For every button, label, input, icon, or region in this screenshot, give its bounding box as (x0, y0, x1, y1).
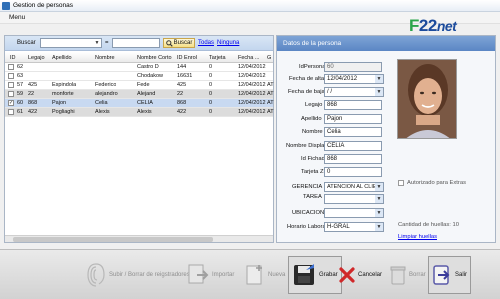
label-nombre: Nombre (302, 129, 323, 135)
column-header[interactable]: Nombre Corto (137, 55, 172, 61)
column-header[interactable]: G (267, 55, 271, 61)
select-none-link[interactable]: Ninguna (217, 40, 239, 46)
label-nombre-display: Nombre Display (286, 143, 328, 149)
search-button[interactable]: Buscar (163, 38, 195, 48)
horizontal-scrollbar[interactable] (5, 235, 273, 242)
new-button[interactable]: Nueva (245, 256, 285, 294)
chevron-down-icon: ▼ (94, 40, 100, 46)
row-checkbox[interactable] (8, 91, 14, 97)
person-photo (397, 59, 457, 139)
table-row[interactable]: 59 22 monforte alejandro Alejand 22 0 12… (5, 90, 274, 99)
label-legajo: Legajo (305, 102, 323, 108)
table-row[interactable]: 63 Chodakow 16631 0 12/04/2012 (5, 72, 273, 81)
extras-checkbox[interactable] (398, 180, 404, 186)
label-horario-laboral: Horario Laboral (287, 224, 327, 230)
people-table: ID Legajo Apellido Nombre Nombre Corto I… (5, 52, 274, 117)
search-bar: Buscar ▼ = Buscar Todas Ninguna (5, 36, 273, 51)
label-apellido: Apellido (301, 116, 322, 122)
person-detail-panel: Datos de la persona IdPersona Fecha de a… (276, 35, 496, 243)
column-header[interactable]: Apellido (52, 55, 72, 61)
import-icon (187, 263, 209, 287)
column-header[interactable]: ID Enrol (177, 55, 197, 61)
label-ubicacion: UBICACION (292, 210, 325, 216)
save-disk-icon (292, 262, 316, 288)
table-row[interactable]: 61 422 Pogliaghi Alexis Alexis 422 0 12/… (5, 108, 274, 117)
cancel-button[interactable]: Cancelar (339, 256, 382, 294)
extras-label: Autorizado para Extras (407, 180, 466, 186)
row-checkbox[interactable] (8, 82, 14, 88)
upload-delete-registrators-button[interactable]: Subir / Borrar de reigstradores (86, 256, 190, 294)
column-header[interactable]: Fecha ... (238, 55, 259, 61)
fecha-alta-picker[interactable]: 12/04/2012 ▼ (324, 74, 384, 84)
id-fichada-input[interactable]: 868 (324, 154, 382, 164)
calendar-dropdown-icon[interactable]: ▼ (375, 88, 383, 96)
chevron-down-icon[interactable]: ▼ (375, 183, 383, 191)
clear-fingerprints-link[interactable]: Limpiar huellas (398, 234, 437, 240)
f22net-logo: F22net (409, 16, 457, 35)
search-field-select[interactable]: ▼ (40, 38, 102, 48)
title-bar: Gestion de personas (0, 0, 500, 12)
chevron-down-icon[interactable]: ▼ (375, 223, 383, 231)
table-row[interactable]: 62 Castro D 144 0 12/04/2012 (5, 63, 273, 72)
cancel-x-icon (339, 266, 355, 284)
import-button[interactable]: Importar (187, 256, 234, 294)
people-list-panel: Buscar ▼ = Buscar Todas Ninguna ID Legaj… (4, 35, 274, 243)
calendar-dropdown-icon[interactable]: ▼ (375, 75, 383, 83)
nombre-input[interactable]: Celia (324, 127, 382, 137)
tarea-select[interactable]: ▼ (324, 194, 384, 204)
gerencia-select[interactable]: ATENCION AL CLIEN ▼ (324, 182, 384, 192)
fingerprint-count: Cantidad de huellas: 10 (398, 222, 459, 228)
label-gerencia: GERENCIA (292, 184, 323, 190)
column-header[interactable]: Nombre (95, 55, 115, 61)
search-operator: = (105, 40, 109, 46)
fingerprint-icon (86, 262, 106, 288)
menu-item-menu[interactable]: Menu (9, 14, 25, 21)
bottom-toolbar: Subir / Borrar de reigstradores Importar… (0, 249, 500, 299)
label-fecha-baja: Fecha de baja (288, 89, 325, 95)
column-header[interactable]: ID (10, 55, 16, 61)
delete-button[interactable]: Borrar (390, 256, 426, 294)
ubicacion-select[interactable]: ▼ (324, 208, 384, 218)
horario-laboral-select[interactable]: H-GRAL ▼ (324, 222, 384, 232)
idpersona-field: 60 (324, 62, 382, 72)
search-value-input[interactable] (112, 38, 160, 48)
window-title: Gestion de personas (13, 2, 73, 9)
search-label: Buscar (17, 40, 36, 46)
new-document-icon (245, 263, 265, 287)
table-row-selected[interactable]: ✓ 60 868 Pajon Celia CELIA 868 0 12/04/2… (5, 99, 274, 108)
row-checkbox[interactable] (8, 64, 14, 70)
save-button[interactable]: Grabar (288, 256, 342, 294)
column-header[interactable]: Legajo (28, 55, 45, 61)
chevron-down-icon[interactable]: ▼ (375, 209, 383, 217)
label-fecha-alta: Fecha de alta (289, 76, 325, 82)
row-checkbox[interactable] (8, 73, 14, 79)
column-header[interactable]: Tarjeta (209, 55, 226, 61)
row-checkbox-checked[interactable]: ✓ (8, 100, 14, 106)
legajo-input[interactable]: 868 (324, 100, 382, 110)
search-icon (165, 39, 173, 47)
row-checkbox[interactable] (8, 109, 14, 115)
app-icon (2, 1, 10, 10)
exit-door-icon (432, 264, 452, 286)
label-tarea: TAREA (303, 194, 322, 200)
fecha-baja-picker[interactable]: / / ▼ (324, 87, 384, 97)
select-all-link[interactable]: Todas (198, 40, 214, 46)
table-header: ID Legajo Apellido Nombre Nombre Corto I… (5, 52, 273, 63)
nombre-display-input[interactable]: CELIA (324, 141, 382, 151)
scrollbar-thumb[interactable] (13, 237, 213, 242)
tarjeta-zk-input[interactable]: 0 (324, 167, 382, 177)
chevron-down-icon[interactable]: ▼ (375, 195, 383, 203)
apellido-input[interactable]: Pajon (324, 114, 382, 124)
label-idpersona: IdPersona (299, 64, 326, 70)
trash-icon (390, 265, 406, 285)
panel-header: Datos de la persona (277, 36, 495, 51)
table-row[interactable]: 57 425 Espindola Federico Fede 425 0 12/… (5, 81, 274, 90)
exit-button[interactable]: Salir (428, 256, 472, 294)
